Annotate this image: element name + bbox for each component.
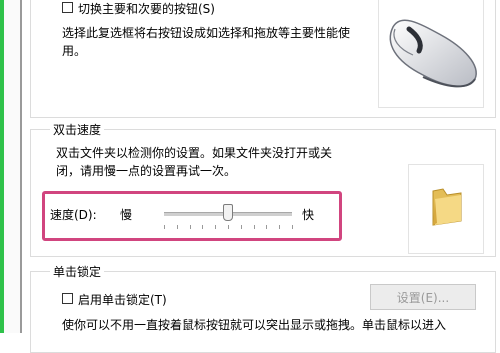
speed-slider-thumb[interactable] [223,204,233,221]
click-lock-description: 使你可以不用一直按着鼠标按钮就可以突出显示或拖拽。单击鼠标以进入 [62,318,447,332]
slider-tick [176,225,178,229]
slider-tick [215,225,217,229]
click-lock-title: 单击锁定 [50,263,105,280]
mouse-preview [378,0,484,108]
switch-buttons-label[interactable]: 切换主要和次要的按钮(S) [78,0,215,17]
speed-label: 速度(D): [50,208,97,222]
double-click-speed-title: 双击速度 [50,121,105,138]
slider-tick [266,225,268,229]
switch-buttons-description: 选择此复选框将右按钮设成如选择和拖放等主要性能使用。 [62,26,351,58]
click-lock-settings-button[interactable]: 设置(E)... [370,284,476,310]
background-window [4,0,20,333]
slider-tick [189,225,191,229]
slider-tick [240,225,242,229]
slider-tick [164,225,165,229]
switch-buttons-checkbox[interactable] [62,2,73,13]
slow-label: 慢 [120,208,133,222]
double-click-description: 双击文件夹以检测你的设置。如果文件夹没打开或关闭，请用慢一点的设置再试一次。 [56,146,333,178]
test-folder-area[interactable] [408,164,484,254]
slider-tick [228,225,229,229]
mouse-icon [389,19,477,88]
enable-click-lock-checkbox[interactable] [62,293,73,304]
enable-click-lock-label[interactable]: 启用单击锁定(T) [78,291,167,308]
folder-icon[interactable] [409,165,483,253]
slider-tick [292,225,293,229]
fast-label: 快 [302,208,315,222]
mouse-properties-panel: 切换主要和次要的按钮(S) 选择此复选框将右按钮设成如选择和拖放等主要性能使用。… [22,0,500,353]
slider-tick [279,225,281,229]
slider-tick [253,225,255,229]
slider-tick [202,225,204,229]
